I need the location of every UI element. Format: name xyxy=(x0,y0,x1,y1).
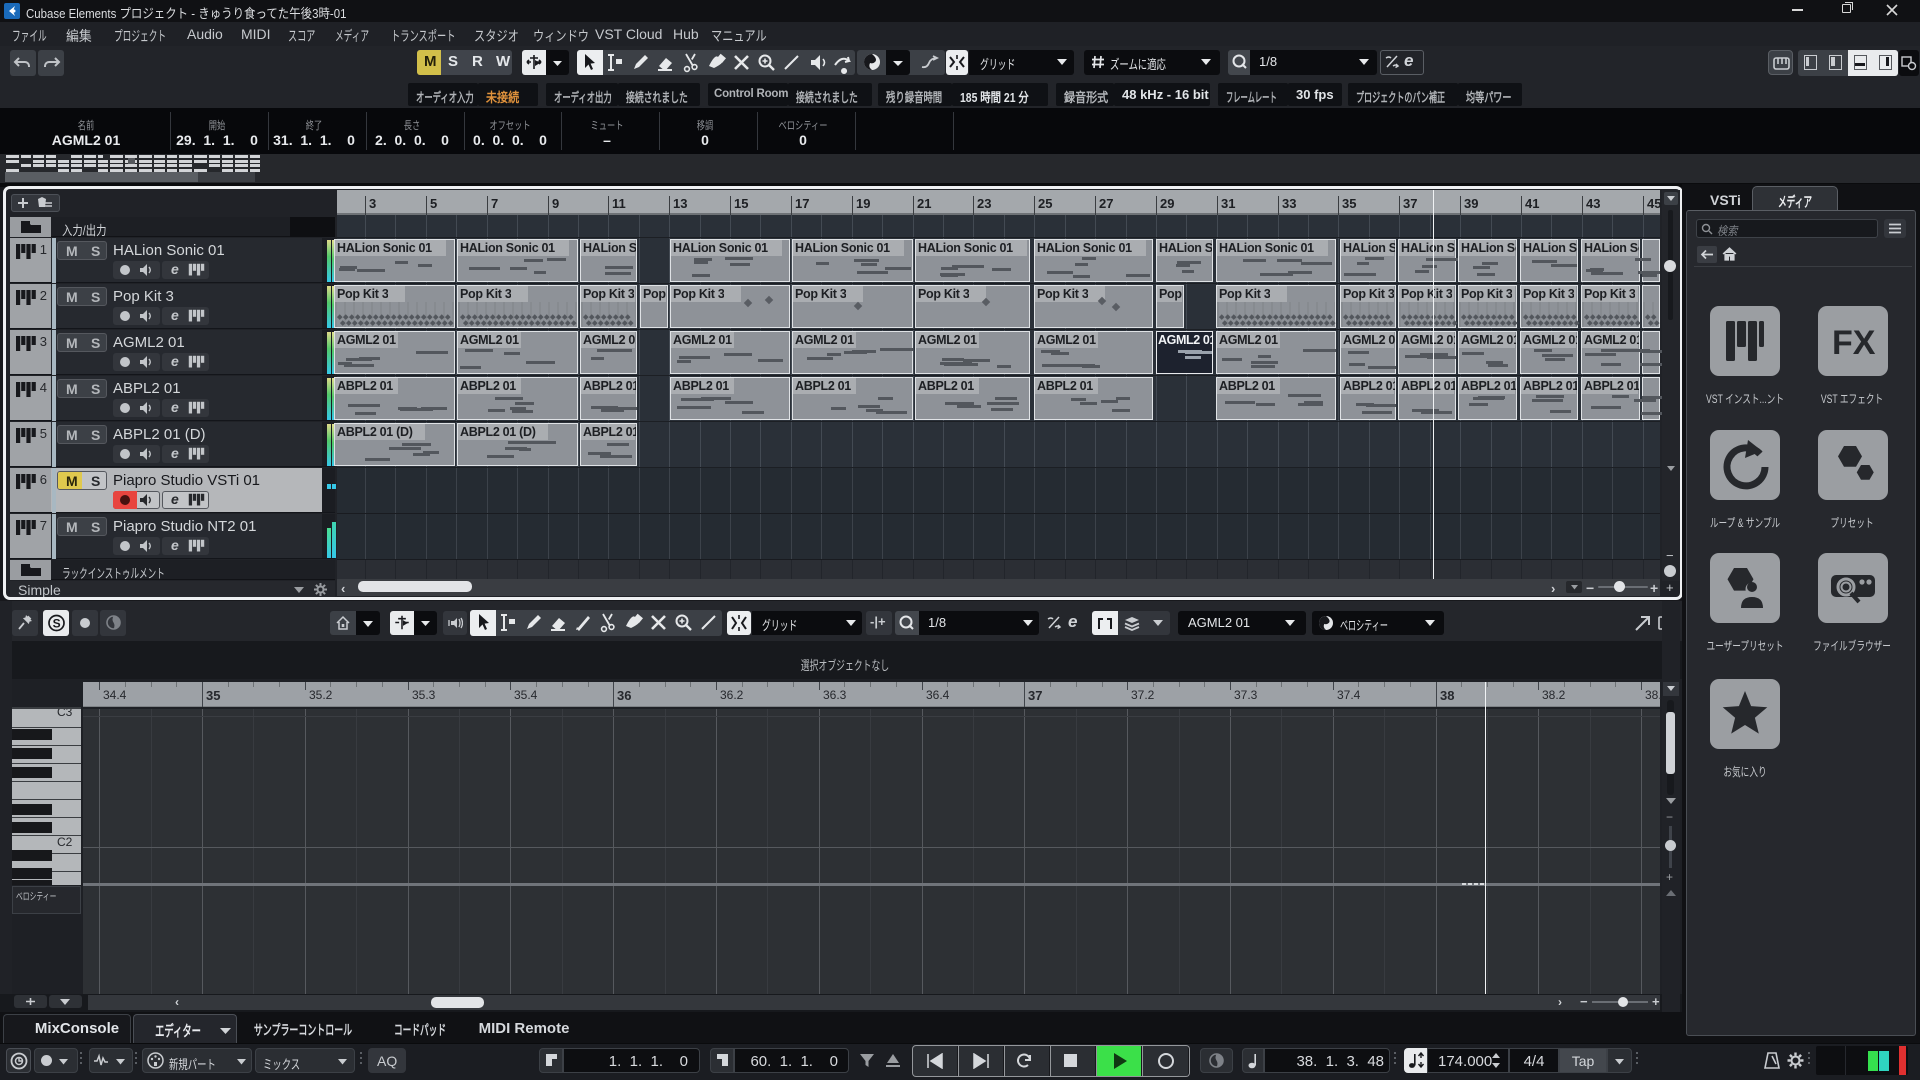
svg-text:S: S xyxy=(53,616,61,630)
svg-text:FX: FX xyxy=(1832,324,1876,362)
